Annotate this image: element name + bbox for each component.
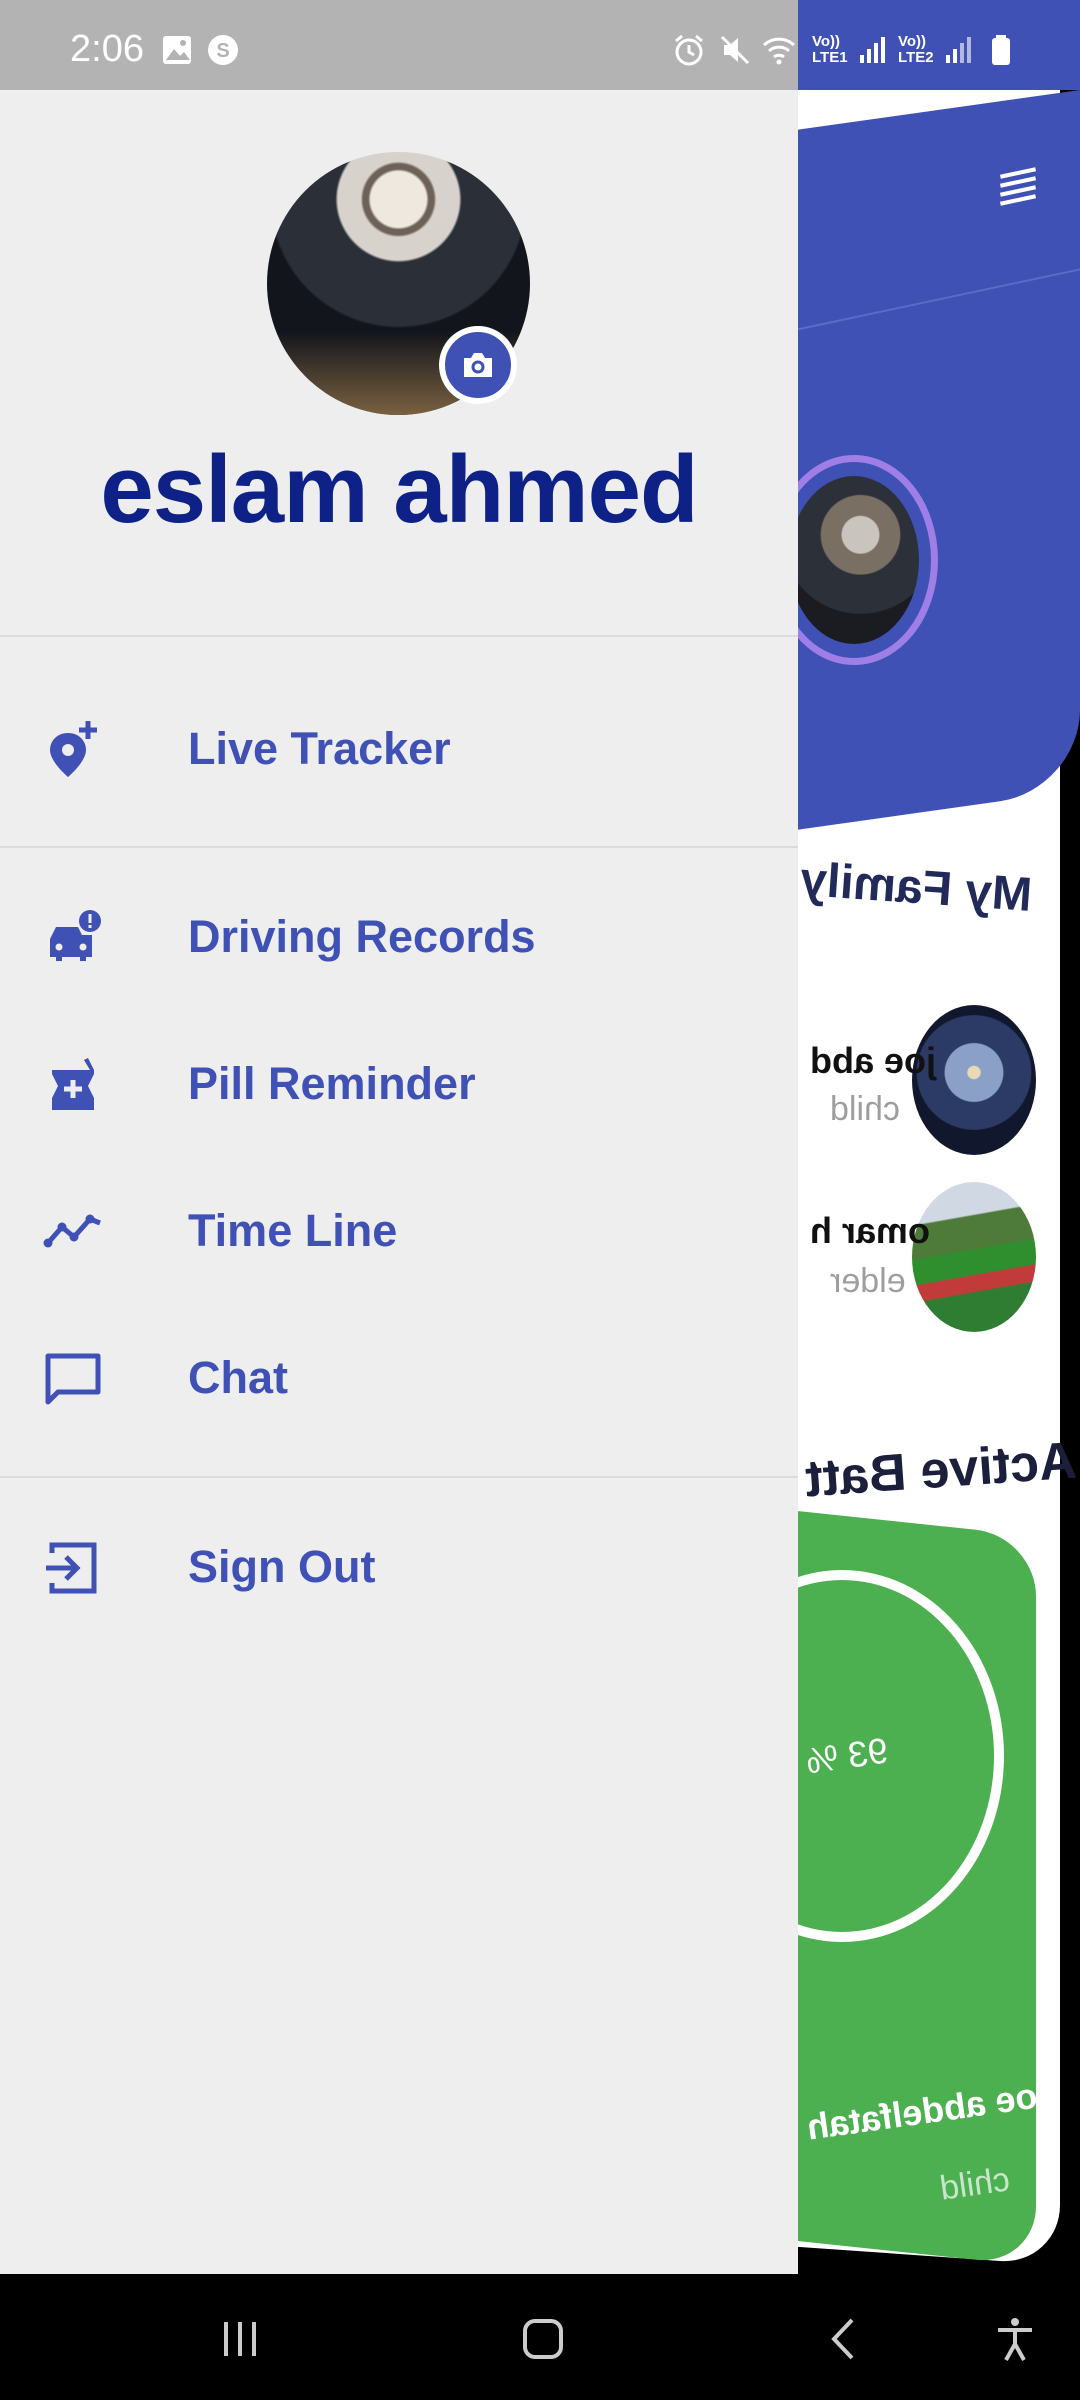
menu-item-chat[interactable]: Chat bbox=[0, 1319, 798, 1439]
menu-label: Time Line bbox=[188, 1205, 398, 1256]
recent-apps-button[interactable] bbox=[205, 2304, 275, 2374]
menu-item-time-line[interactable]: Time Line bbox=[0, 1172, 798, 1292]
status-bar: 2:06 S Vo)) LTE1 Vo)) LTE2 bbox=[0, 0, 1080, 90]
menu-icon[interactable] bbox=[996, 163, 1040, 207]
battery-icon bbox=[992, 35, 1010, 65]
camera-icon bbox=[464, 353, 492, 377]
menu-item-pill-reminder[interactable]: Pill Reminder bbox=[0, 1025, 798, 1145]
member-role: child bbox=[830, 1090, 900, 1128]
menu-label: Sign Out bbox=[188, 1541, 376, 1592]
divider bbox=[0, 635, 798, 637]
home-button[interactable] bbox=[508, 2304, 578, 2374]
signal-icon bbox=[946, 37, 971, 63]
wifi-icon bbox=[762, 37, 796, 65]
member-role: elder bbox=[830, 1262, 906, 1300]
sim1-label: Vo)) LTE1 bbox=[812, 33, 848, 66]
menu-label: Live Tracker bbox=[188, 723, 451, 774]
divider bbox=[0, 1476, 798, 1478]
member-name: joe abd bbox=[810, 1040, 937, 1081]
sign-out-icon bbox=[38, 1533, 108, 1603]
skype-icon: S bbox=[208, 35, 238, 65]
image-icon bbox=[163, 36, 191, 64]
timeline-icon bbox=[38, 1197, 108, 1267]
location-add-icon bbox=[38, 715, 108, 785]
chat-icon bbox=[38, 1344, 108, 1414]
mute-icon bbox=[720, 35, 750, 65]
menu-item-sign-out[interactable]: Sign Out bbox=[0, 1508, 798, 1628]
member-avatar[interactable] bbox=[912, 1182, 1036, 1332]
signal-icon bbox=[860, 37, 885, 63]
menu-label: Pill Reminder bbox=[188, 1058, 476, 1109]
alarm-icon bbox=[675, 34, 703, 66]
back-button[interactable] bbox=[810, 2304, 880, 2374]
svg-text:S: S bbox=[216, 40, 229, 62]
car-alert-icon bbox=[38, 903, 108, 973]
profile-name: eslam ahmed bbox=[100, 436, 698, 543]
menu-item-live-tracker[interactable]: Live Tracker bbox=[0, 690, 798, 810]
sim2-label: Vo)) LTE2 bbox=[898, 33, 934, 66]
system-navigation-bar bbox=[0, 2274, 1080, 2400]
navigation-drawer: eslam ahmed Live Tracker Driving Records… bbox=[0, 90, 798, 2274]
accessibility-button[interactable] bbox=[980, 2304, 1050, 2374]
member-name: omar h bbox=[810, 1210, 931, 1251]
accessibility-icon bbox=[998, 2318, 1032, 2361]
menu-label: Driving Records bbox=[188, 911, 536, 962]
recent-apps-icon bbox=[224, 2322, 256, 2356]
home-icon bbox=[523, 2319, 563, 2359]
medicine-icon bbox=[38, 1050, 108, 1120]
divider bbox=[0, 846, 798, 848]
menu-label: Chat bbox=[188, 1352, 288, 1403]
status-time: 2:06 bbox=[70, 28, 144, 70]
change-photo-button[interactable] bbox=[439, 326, 517, 404]
back-icon bbox=[831, 2318, 854, 2360]
menu-item-driving-records[interactable]: Driving Records bbox=[0, 878, 798, 998]
